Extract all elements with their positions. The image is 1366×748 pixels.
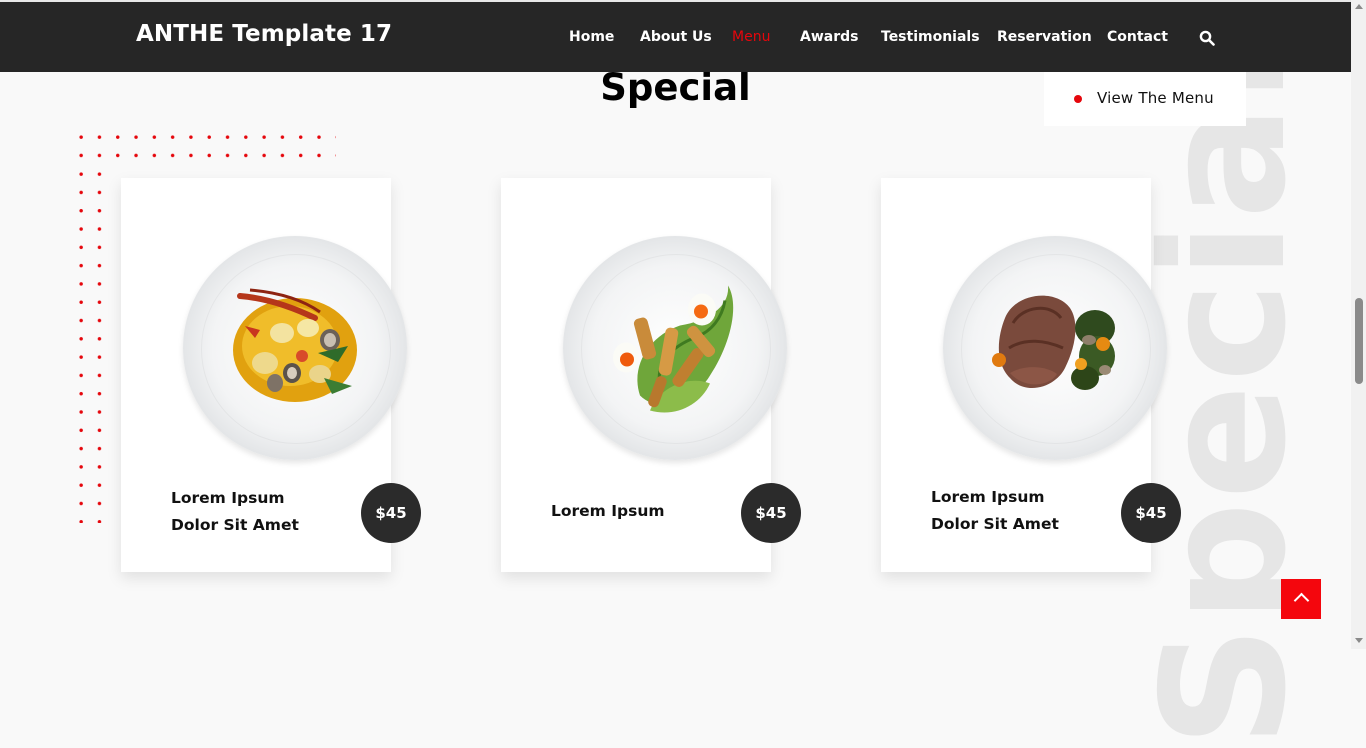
dish-image-seafood (183, 236, 407, 460)
price-badge: $45 (1121, 483, 1181, 543)
back-to-top-button[interactable] (1281, 579, 1321, 619)
item-name: Lorem Ipsum (551, 498, 751, 525)
item-name-line: Dolor Sit Amet (931, 515, 1059, 533)
item-name-line: Lorem Ipsum (171, 489, 285, 507)
brand-logo[interactable]: ANTHE Template 17 (136, 21, 392, 47)
chevron-up-icon (1293, 592, 1310, 609)
nav-menu[interactable]: Menu (732, 29, 770, 45)
nav-home[interactable]: Home (569, 29, 614, 45)
item-name: Lorem Ipsum Dolor Sit Amet (171, 485, 371, 539)
menu-card[interactable]: Lorem Ipsum $45 (501, 178, 801, 572)
menu-card[interactable]: Lorem Ipsum Dolor Sit Amet $45 (121, 178, 421, 572)
item-name-line: Lorem Ipsum (931, 488, 1045, 506)
salad-dish-icon (613, 285, 734, 413)
item-name-line: Dolor Sit Amet (171, 516, 299, 534)
nav-awards[interactable]: Awards (800, 29, 858, 45)
scrollbar-thumb[interactable] (1355, 298, 1363, 384)
dish-image-steak (943, 236, 1167, 460)
scroll-up-arrow-icon[interactable] (1355, 4, 1363, 9)
section-watermark: Special (1126, 42, 1324, 748)
nav-testimonials[interactable]: Testimonials (881, 29, 980, 45)
decorative-dot-pattern (72, 165, 112, 523)
nav-reservation[interactable]: Reservation (997, 29, 1092, 45)
navbar: ANTHE Template 17 Home About Us Menu Awa… (0, 2, 1351, 72)
item-name-line: Lorem Ipsum (551, 502, 665, 520)
price-badge: $45 (741, 483, 801, 543)
view-menu-button[interactable]: View The Menu (1044, 72, 1246, 126)
nav-about-us[interactable]: About Us (640, 29, 712, 45)
item-name: Lorem Ipsum Dolor Sit Amet (931, 484, 1131, 538)
decorative-dot-pattern (72, 128, 336, 168)
dish-image-salad (563, 236, 787, 460)
seafood-dish-icon (233, 288, 357, 402)
bullet-dot-icon (1074, 95, 1082, 103)
search-icon[interactable] (1199, 30, 1215, 46)
menu-card[interactable]: Lorem Ipsum Dolor Sit Amet $45 (881, 178, 1181, 572)
price-badge: $45 (361, 483, 421, 543)
view-menu-label: View The Menu (1097, 89, 1214, 107)
scroll-down-arrow-icon[interactable] (1355, 638, 1363, 643)
steak-dish-icon (992, 295, 1115, 390)
page-scrollbar[interactable] (1351, 0, 1366, 649)
nav-contact[interactable]: Contact (1107, 29, 1168, 45)
